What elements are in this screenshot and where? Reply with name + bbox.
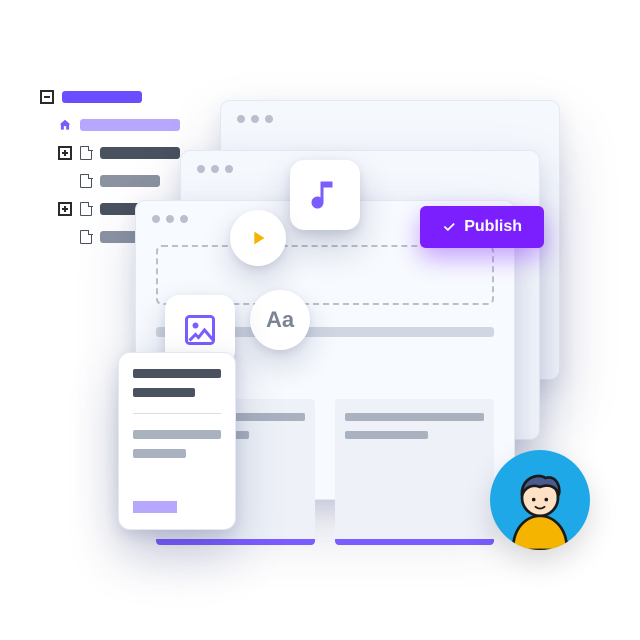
text-line: [133, 369, 221, 378]
document-icon: [80, 230, 92, 244]
content-card[interactable]: [335, 399, 494, 539]
tree-item-root[interactable]: [40, 90, 210, 104]
document-icon: [80, 202, 92, 216]
publish-button[interactable]: Publish: [420, 206, 544, 248]
text-line: [133, 430, 221, 439]
tree-label: [100, 147, 180, 159]
user-avatar[interactable]: [490, 450, 590, 550]
picture-icon: [182, 312, 218, 348]
play-icon: [247, 227, 269, 249]
document-icon: [80, 174, 92, 188]
music-tile[interactable]: [290, 160, 360, 230]
publish-label: Publish: [464, 218, 522, 236]
collapse-icon[interactable]: [40, 90, 54, 104]
music-note-icon: [307, 177, 343, 213]
typography-icon: Aa: [266, 307, 294, 333]
text-line: [133, 449, 186, 458]
tree-item-home[interactable]: [58, 118, 210, 132]
mobile-preview: [118, 352, 236, 530]
tree-label: [80, 119, 180, 131]
window-controls: [221, 101, 559, 137]
accent-block: [133, 501, 177, 513]
tree-label: [100, 231, 140, 243]
tree-label: [100, 175, 160, 187]
window-controls: [181, 151, 539, 187]
check-icon: [442, 220, 456, 234]
typography-tile[interactable]: Aa: [250, 290, 310, 350]
person-icon: [495, 460, 585, 550]
tree-label: [62, 91, 142, 103]
divider: [133, 413, 221, 414]
play-tile[interactable]: [230, 210, 286, 266]
expand-icon[interactable]: [58, 202, 72, 216]
text-line: [133, 388, 195, 397]
document-icon: [80, 146, 92, 160]
expand-icon[interactable]: [58, 146, 72, 160]
home-icon: [58, 118, 72, 132]
